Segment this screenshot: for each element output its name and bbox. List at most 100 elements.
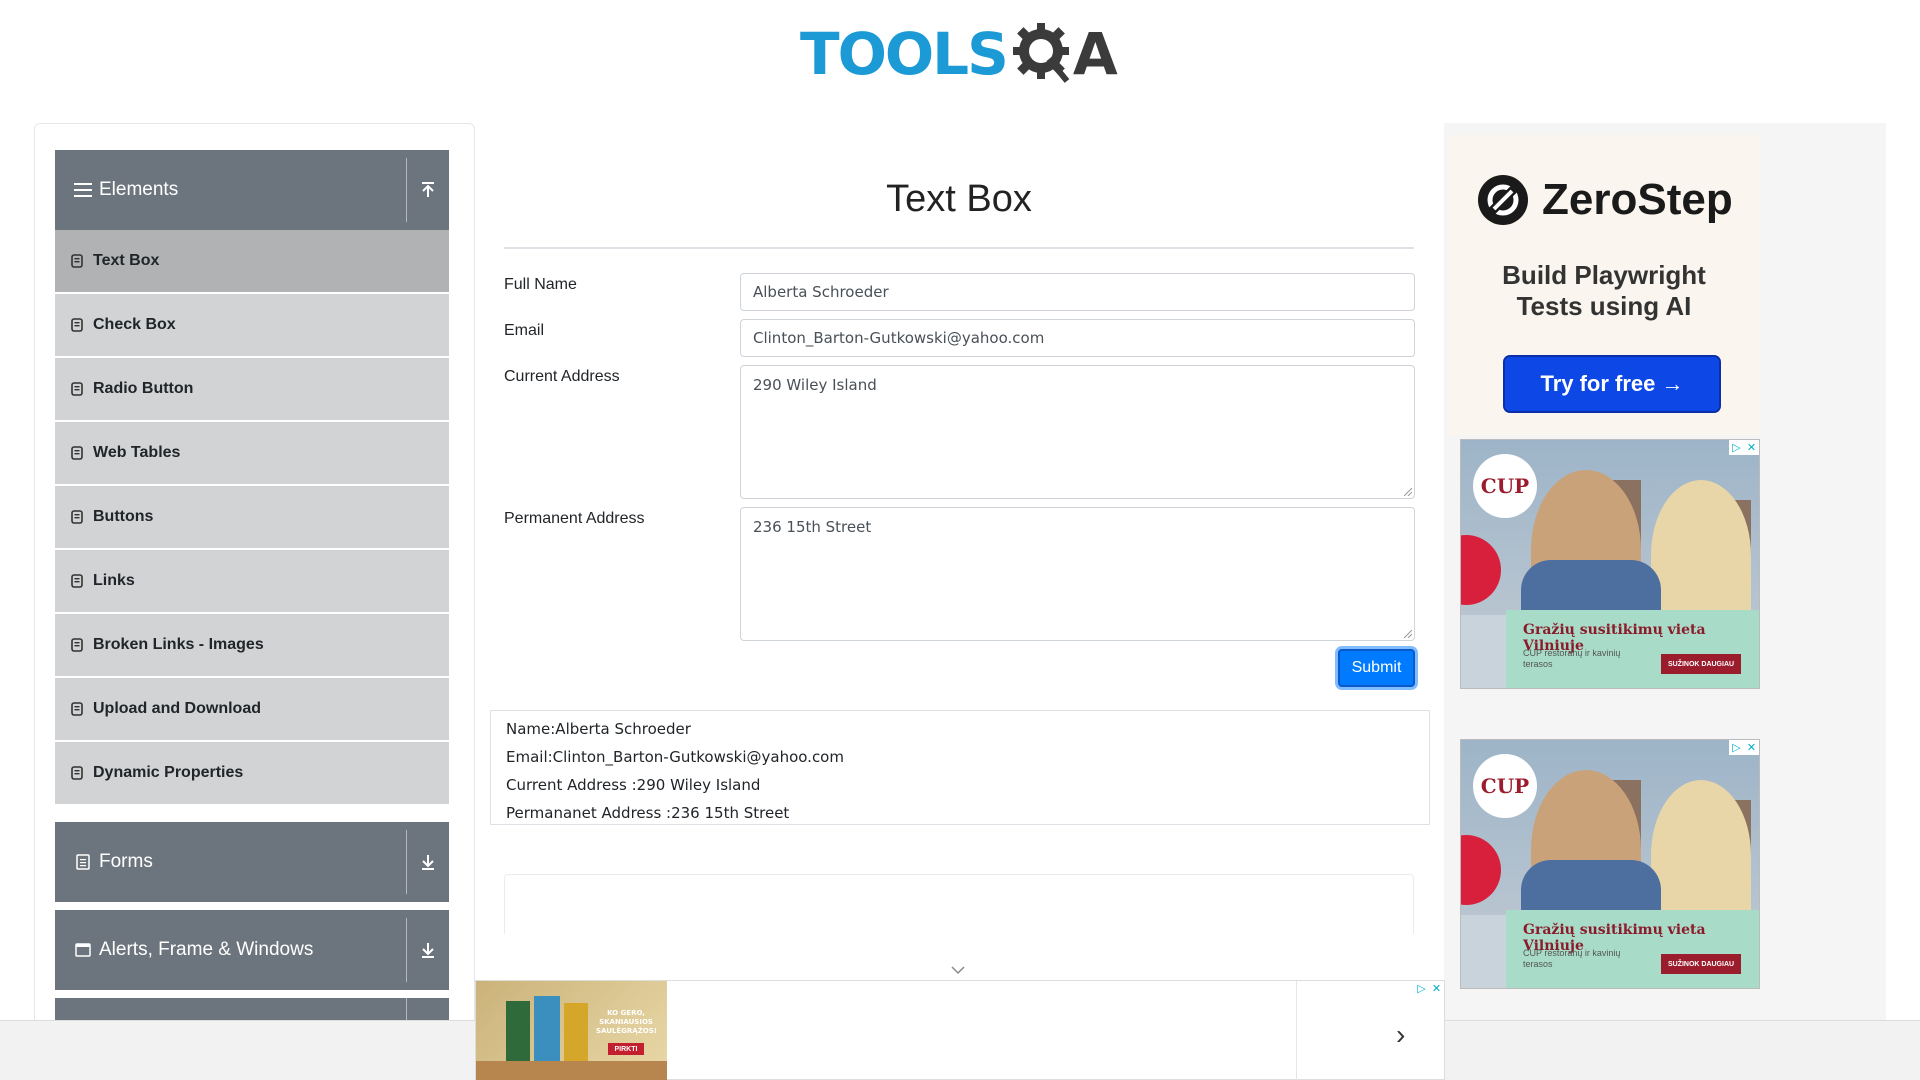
window-icon — [73, 943, 93, 957]
adchoices[interactable]: ▷ ✕ — [1414, 981, 1444, 996]
ad-table — [476, 1061, 667, 1080]
email-value: Clinton_Barton-Gutkowski@yahoo.com — [753, 329, 1045, 347]
sidebar-item-label: Text Box — [93, 252, 160, 269]
group-label: Forms — [99, 851, 153, 872]
left-panel: Elements Text Box Check Box Radio Button… — [34, 123, 475, 1080]
page: TOOLS QAA — [0, 0, 1920, 1080]
sidebar-item-label: Links — [93, 572, 135, 589]
close-icon[interactable]: ✕ — [1744, 740, 1759, 755]
bottom-banner-ad[interactable]: KO GERO, SKANIAUSIOS SAULĖGRĄŽOS! PIRKTI… — [475, 980, 1445, 1080]
sidebar-item-label: Radio Button — [93, 380, 194, 397]
output-permanent-address: Permananet Address :236 15th Street — [506, 804, 790, 822]
cup-logo: CUP — [1473, 754, 1537, 818]
full-name-label: Full Name — [504, 276, 577, 293]
group-header-elements[interactable]: Elements — [55, 150, 449, 230]
list-item-icon — [71, 382, 85, 396]
expand-down-icon[interactable] — [407, 853, 449, 871]
content-placeholder-box — [504, 874, 1414, 934]
gear-icon — [1011, 21, 1077, 87]
adchoices-icon[interactable]: ▷ — [1729, 740, 1744, 755]
group-label: Alerts, Frame & Windows — [99, 939, 314, 960]
list-item-icon — [71, 638, 85, 652]
ad-person — [1651, 780, 1751, 930]
cup-cta-button[interactable]: SUŽINOK DAUGIAU — [1661, 954, 1741, 974]
ad-product — [534, 996, 560, 1061]
sidebar-item-text-box[interactable]: Text Box — [55, 230, 449, 292]
output-name: Name:Alberta Schroeder — [506, 720, 691, 738]
permanent-address-value: 236 15th Street — [753, 518, 872, 536]
output-box: Name:Alberta Schroeder Email:Clinton_Bar… — [490, 710, 1430, 825]
full-name-input[interactable]: Alberta Schroeder — [740, 273, 1415, 311]
document-icon — [73, 854, 93, 870]
permanent-address-textarea[interactable]: 236 15th Street — [740, 507, 1415, 641]
group-header-alerts[interactable]: Alerts, Frame & Windows — [55, 910, 449, 990]
zerostep-logo: ZeroStep — [1476, 173, 1733, 227]
toolsqa-logo[interactable]: TOOLS QAA — [800, 14, 1118, 94]
current-address-label: Current Address — [504, 368, 620, 385]
current-address-textarea[interactable]: 290 Wiley Island — [740, 365, 1415, 499]
close-icon[interactable]: ✕ — [1429, 981, 1444, 996]
sidebar-item-dynamic-properties[interactable]: Dynamic Properties — [55, 742, 449, 804]
resize-grip-icon[interactable] — [1404, 488, 1412, 496]
bottom-ad-promo: KO GERO, SKANIAUSIOS SAULĖGRĄŽOS! — [596, 1009, 657, 1035]
ad-product — [506, 1001, 530, 1061]
sidebar-item-links[interactable]: Links — [55, 550, 449, 612]
group-header-forms[interactable]: Forms — [55, 822, 449, 902]
email-input[interactable]: Clinton_Barton-Gutkowski@yahoo.com — [740, 319, 1415, 357]
adchoices-icon[interactable]: ▷ — [1414, 981, 1429, 996]
submit-button[interactable]: Submit — [1338, 649, 1415, 687]
cup-logo: CUP — [1473, 454, 1537, 518]
sidebar-item-label: Upload and Download — [93, 700, 261, 717]
list-item-icon — [71, 766, 85, 780]
try-for-free-button[interactable]: Try for free → — [1503, 355, 1721, 413]
adchoices[interactable]: ▷ ✕ — [1729, 740, 1759, 755]
tagline-line-2: Tests using AI — [1516, 291, 1692, 321]
resize-grip-icon[interactable] — [1404, 630, 1412, 638]
hamburger-icon — [73, 182, 93, 198]
adchoices[interactable]: ▷ ✕ — [1729, 440, 1759, 455]
sidebar-item-label: Check Box — [93, 316, 176, 333]
chevron-down-icon[interactable] — [950, 964, 966, 976]
zerostep-logo-icon — [1478, 175, 1528, 225]
bottom-ad-cta[interactable]: PIRKTI — [608, 1043, 644, 1055]
page-title: Text Box — [886, 178, 1032, 220]
full-name-value: Alberta Schroeder — [753, 283, 889, 301]
title-divider — [504, 247, 1414, 249]
list-item-icon — [71, 510, 85, 524]
email-label: Email — [504, 322, 545, 339]
cup-ad-top[interactable]: CUP Gražių susitikimų vieta Vilniuje CUP… — [1460, 439, 1760, 689]
logo-qa-text: QAA — [1072, 20, 1118, 88]
sidebar-item-check-box[interactable]: Check Box — [55, 294, 449, 356]
sidebar-item-label: Buttons — [93, 508, 154, 525]
zerostep-ad[interactable]: ZeroStep Build Playwright Tests using AI… — [1448, 135, 1760, 435]
ad-product — [564, 1003, 588, 1061]
sidebar-item-label: Broken Links - Images — [93, 636, 264, 653]
expand-down-icon[interactable] — [407, 941, 449, 959]
adchoices-icon[interactable]: ▷ — [1729, 440, 1744, 455]
zerostep-brand: ZeroStep — [1542, 175, 1733, 224]
zerostep-tagline: Build Playwright Tests using AI — [1448, 260, 1760, 322]
output-current-address: Current Address :290 Wiley Island — [506, 776, 761, 794]
logo-tools-text: TOOLS — [800, 20, 1009, 88]
cup-ad-bottom[interactable]: CUP Gražių susitikimų vieta Vilniuje CUP… — [1460, 739, 1760, 989]
sidebar-item-label: Dynamic Properties — [93, 764, 244, 781]
collapse-up-icon[interactable] — [407, 181, 449, 199]
list-item-icon — [71, 318, 85, 332]
group-label: Elements — [99, 179, 179, 200]
sidebar-item-buttons[interactable]: Buttons — [55, 486, 449, 548]
cup-subtext: CUP restoranų ir kavinių terasos — [1523, 648, 1621, 669]
cup-cta-button[interactable]: SUŽINOK DAUGIAU — [1661, 654, 1741, 674]
sidebar-item-upload-download[interactable]: Upload and Download — [55, 678, 449, 740]
list-item-icon — [71, 254, 85, 268]
sidebar-item-broken-links[interactable]: Broken Links - Images — [55, 614, 449, 676]
bottom-ad-image[interactable]: KO GERO, SKANIAUSIOS SAULĖGRĄŽOS! PIRKTI — [476, 981, 667, 1080]
chevron-right-icon[interactable]: › — [1396, 1019, 1405, 1051]
divider — [1296, 981, 1297, 1080]
list-item-icon — [71, 702, 85, 716]
sidebar-item-radio-button[interactable]: Radio Button — [55, 358, 449, 420]
list-item-icon — [71, 574, 85, 588]
close-icon[interactable]: ✕ — [1744, 440, 1759, 455]
output-email: Email:Clinton_Barton-Gutkowski@yahoo.com — [506, 748, 844, 766]
sidebar-item-web-tables[interactable]: Web Tables — [55, 422, 449, 484]
list-item-icon — [71, 446, 85, 460]
